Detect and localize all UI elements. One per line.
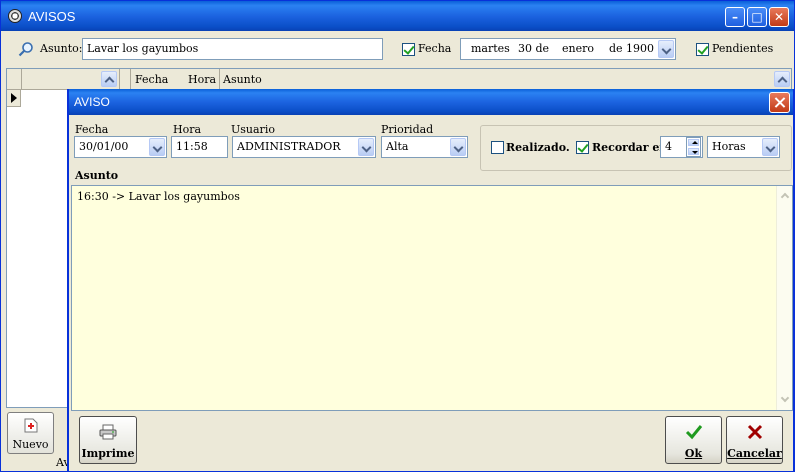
clock-icon — [8, 9, 22, 23]
close-icon: ✕ — [773, 10, 785, 24]
unidad-combo[interactable]: Horas — [707, 136, 780, 158]
column-header-asunto[interactable]: Asunto — [223, 73, 262, 86]
column-header-fecha[interactable]: Fecha — [135, 73, 168, 86]
cancelar-button[interactable]: Cancelar — [726, 416, 783, 464]
usuario-dropdown-button[interactable] — [358, 138, 374, 156]
column-header-hora[interactable]: Hora — [188, 73, 216, 86]
recordar-amount-value: 4 — [665, 140, 672, 153]
cancel-x-icon — [747, 424, 763, 440]
fecha-value: 30/01/00 — [79, 140, 129, 153]
nuevo-label: Nuevo — [12, 438, 49, 451]
unidad-dropdown-button[interactable] — [762, 138, 778, 156]
asunto-search-label: Asunto: — [40, 42, 83, 55]
imprime-label: Imprime — [81, 447, 135, 460]
fecha-label: Fecha — [75, 123, 109, 136]
realizado-checkbox[interactable] — [491, 141, 504, 154]
minimize-button[interactable]: – — [725, 7, 745, 27]
pendientes-label: Pendientes — [712, 42, 774, 55]
row-indicator[interactable] — [7, 90, 21, 107]
maximize-icon: □ — [751, 10, 763, 24]
date-weekday: martes — [471, 42, 510, 55]
date-year: de 1900 — [609, 42, 655, 55]
grid-scroll-up-right[interactable] — [774, 71, 790, 87]
avisos-window: AVISOS – □ ✕ Asunto: Lavar los gayumbos … — [0, 0, 795, 472]
memo-scrollbar[interactable] — [776, 186, 792, 410]
usuario-label: Usuario — [231, 123, 275, 136]
nuevo-button[interactable]: Nuevo — [7, 412, 54, 454]
left-toolbar: Nuevo Av — [6, 408, 70, 470]
hora-input[interactable]: 11:58 — [171, 136, 228, 158]
ok-label: Ok — [684, 447, 703, 460]
recordar-spinner[interactable] — [686, 137, 701, 157]
spin-up-icon[interactable] — [688, 139, 699, 146]
usuario-value: ADMINISTRADOR — [237, 140, 341, 153]
date-month: enero — [562, 42, 594, 55]
realizado-label: Realizado. — [506, 141, 570, 154]
dialog-close-button[interactable] — [769, 92, 790, 113]
printer-icon — [99, 424, 117, 440]
window-titlebar[interactable]: AVISOS – □ ✕ — [1, 1, 794, 31]
minimize-icon: – — [732, 10, 738, 24]
prioridad-value: Alta — [386, 140, 409, 153]
fecha-dropdown-button[interactable] — [149, 138, 165, 156]
window-title: AVISOS — [28, 9, 76, 24]
scroll-up-icon[interactable] — [779, 191, 790, 201]
search-icon — [18, 42, 33, 57]
asunto-text: 16:30 -> Lavar los gayumbos — [77, 190, 240, 203]
new-document-icon — [24, 418, 38, 433]
asunto-memo[interactable]: 16:30 -> Lavar los gayumbos — [71, 185, 793, 411]
checkmark-icon — [685, 425, 703, 440]
date-day: 30 de — [518, 42, 550, 55]
asunto-search-input[interactable]: Lavar los gayumbos — [82, 38, 383, 60]
usuario-combo[interactable]: ADMINISTRADOR — [232, 136, 376, 158]
fecha-filter-label: Fecha — [418, 42, 452, 55]
maximize-button[interactable]: □ — [747, 7, 767, 27]
grid-scroll-up-left[interactable] — [101, 71, 117, 87]
ok-button[interactable]: Ok — [665, 416, 722, 464]
date-picker[interactable]: martes 30 de enero de 1900 — [460, 38, 676, 60]
grid-header: Fecha Hora Asunto — [7, 69, 791, 90]
date-dropdown-button[interactable] — [658, 40, 674, 58]
prioridad-combo[interactable]: Alta — [381, 136, 468, 158]
dialog-title: AVISO — [74, 95, 110, 109]
fecha-filter-checkbox[interactable] — [402, 43, 415, 56]
asunto-label: Asunto — [75, 169, 119, 182]
aviso-dialog: AVISO Fecha Hora Usuario Prioridad 30/01… — [67, 89, 795, 472]
pendientes-checkbox[interactable] — [696, 43, 709, 56]
reminder-options-group: Realizado. Recordar en 4 Horas — [480, 125, 792, 171]
recordar-checkbox[interactable] — [576, 141, 589, 154]
unidad-value: Horas — [712, 140, 746, 153]
dialog-titlebar[interactable]: AVISO — [69, 89, 793, 115]
prioridad-dropdown-button[interactable] — [450, 138, 466, 156]
imprime-button[interactable]: Imprime — [79, 416, 137, 464]
hora-label: Hora — [173, 123, 202, 136]
spin-down-icon[interactable] — [688, 148, 699, 155]
recordar-label: Recordar en — [592, 141, 668, 154]
fecha-combo[interactable]: 30/01/00 — [74, 136, 167, 158]
close-button[interactable]: ✕ — [769, 7, 789, 27]
cancelar-label: Cancelar — [727, 447, 782, 460]
prioridad-label: Prioridad — [381, 123, 434, 136]
scroll-down-icon[interactable] — [779, 395, 790, 405]
